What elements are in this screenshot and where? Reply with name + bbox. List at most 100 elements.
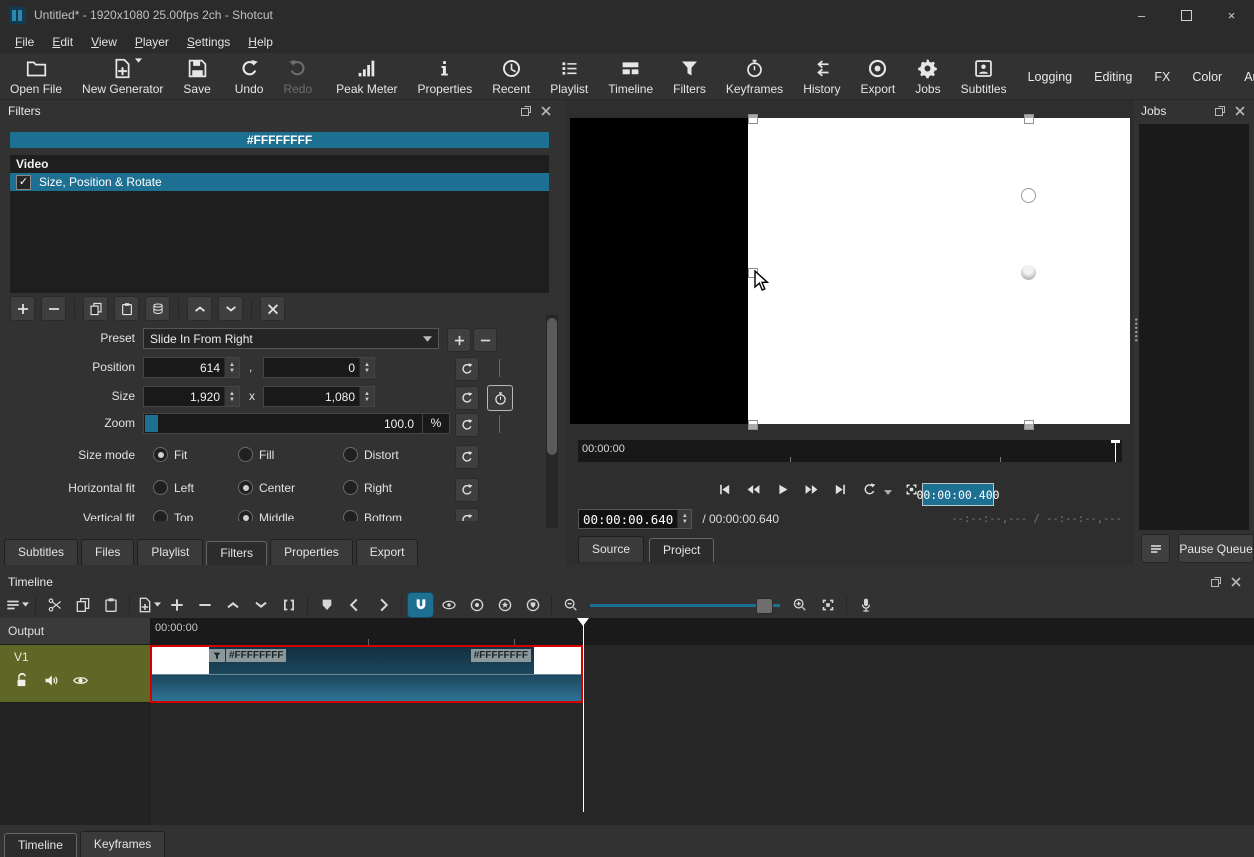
menu-help[interactable]: Help [239,32,282,52]
ripple-button[interactable] [464,593,489,617]
split-button[interactable] [276,593,301,617]
size-height-field[interactable]: 1,080▲▼ [263,386,375,407]
lock-icon[interactable] [14,672,31,689]
pause-queue-button[interactable]: Pause Queue [1178,534,1254,563]
toolbar-button-jobs[interactable]: Jobs [905,53,950,96]
lift-button[interactable] [220,593,245,617]
video-content-rect[interactable] [748,118,1130,424]
zoom-in-button[interactable] [787,593,812,617]
ripple-all-tracks-button[interactable] [492,593,517,617]
toolbar-button-peak-meter[interactable]: Peak Meter [326,53,407,96]
size-mode-reset-button[interactable] [455,445,479,469]
toolbar-button-recent[interactable]: Recent [482,53,540,96]
menu-view[interactable]: View [82,32,126,52]
position-y-field[interactable]: 0▲▼ [263,357,375,378]
layout-button-fx[interactable]: FX [1143,66,1181,88]
preset-dropdown[interactable]: Slide In From Right [143,328,439,349]
float-panel-icon[interactable] [1210,576,1222,588]
jobs-menu-button[interactable] [1141,534,1170,563]
timeline-tab-timeline[interactable]: Timeline [4,833,77,857]
dock-tab-export[interactable]: Export [356,539,419,565]
size-width-field[interactable]: 1,920▲▼ [143,386,240,407]
skip-previous-button[interactable] [712,478,736,500]
vui-handle-bottom-left[interactable] [748,420,758,430]
remove-filter-button[interactable] [41,296,66,321]
next-marker-button[interactable] [370,593,395,617]
move-down-filter-button[interactable] [218,296,243,321]
dock-tab-files[interactable]: Files [81,539,134,565]
horizontal-fit-reset-button[interactable] [455,478,479,502]
timeline-tab-keyframes[interactable]: Keyframes [80,831,165,857]
size-reset-button[interactable] [455,386,479,410]
timeline-ruler[interactable]: 00:00:00 [150,618,1254,645]
filter-row-size-position-rotate[interactable]: ✓ Size, Position & Rotate [10,173,549,191]
position-reset-button[interactable] [455,357,479,381]
zoom-slider[interactable]: 100.0 % [143,413,450,434]
preset-delete-button[interactable] [473,328,497,352]
timeline-zoom-slider[interactable] [590,593,780,617]
add-filter-button[interactable] [10,296,35,321]
minimize-button-icon[interactable]: – [1119,0,1164,30]
toolbar-button-playlist[interactable]: Playlist [540,53,598,96]
prev-marker-button[interactable] [342,593,367,617]
radio-horizontal-fit-center[interactable]: Center [238,480,295,495]
caret-down-icon[interactable] [884,485,892,499]
filters-scrollbar[interactable] [546,315,558,528]
snap-button[interactable] [408,593,433,617]
menu-settings[interactable]: Settings [178,32,239,52]
player-tab-source[interactable]: Source [578,536,644,562]
move-up-filter-button[interactable] [187,296,212,321]
jobs-grip[interactable]: •••••• [1131,318,1141,343]
layout-button-audio[interactable]: Audio [1233,66,1254,88]
radio-vertical-fit-middle[interactable]: Middle [238,510,294,521]
speaker-icon[interactable] [43,672,60,689]
size-keyframes-button[interactable] [487,385,513,411]
maximize-button-icon[interactable] [1164,0,1209,30]
zoom-fit-button[interactable] [815,593,840,617]
marker-button[interactable] [314,593,339,617]
radio-size-mode-fit[interactable]: Fit [153,447,187,462]
toolbar-button-subtitles[interactable]: Subtitles [951,53,1017,96]
fast-forward-button[interactable] [799,478,823,500]
vui-handle-bottom-center[interactable] [1024,420,1034,430]
float-panel-icon[interactable] [520,105,532,117]
toolbar-button-history[interactable]: History [793,53,850,96]
player-playhead[interactable] [1115,440,1116,462]
menu-file[interactable]: File [6,32,43,52]
vui-rotation-handle[interactable] [1021,188,1036,203]
vertical-fit-reset-button[interactable] [455,508,479,521]
toolbar-button-undo[interactable]: Undo [225,53,274,96]
play-button[interactable] [770,478,794,500]
dock-tab-filters[interactable]: Filters [206,541,267,565]
timeline-zoom-slider-handle[interactable] [756,598,773,614]
paste-button[interactable] [98,593,123,617]
close-panel-icon[interactable] [540,105,552,117]
timeline-playhead[interactable] [583,618,584,812]
menu-edit[interactable]: Edit [43,32,82,52]
overwrite-button[interactable] [248,593,273,617]
vui-handle-top-center[interactable] [1024,114,1034,124]
timeline-clip-ffffffff[interactable]: #FFFFFFFF #FFFFFFFF [150,645,583,703]
toolbar-button-new-generator[interactable]: New Generator [72,53,173,96]
deselect-filter-button[interactable] [260,296,285,321]
timeline-menu-button[interactable] [4,593,29,617]
zoom-reset-button[interactable] [455,413,479,437]
close-panel-icon[interactable] [1230,576,1242,588]
toolbar-button-redo[interactable]: Redo [273,53,322,96]
layout-button-editing[interactable]: Editing [1083,66,1143,88]
menu-player[interactable]: Player [126,32,178,52]
save-filter-set-filter-button[interactable] [145,296,170,321]
layout-button-color[interactable]: Color [1181,66,1233,88]
radio-horizontal-fit-right[interactable]: Right [343,480,392,495]
output-track-header[interactable]: Output [0,618,150,645]
preset-save-button[interactable] [447,328,471,352]
dock-tab-subtitles[interactable]: Subtitles [4,539,78,565]
append-button[interactable] [164,593,189,617]
cut-button[interactable] [42,593,67,617]
zoom-slider-handle[interactable] [145,415,158,432]
skip-next-button[interactable] [828,478,852,500]
toolbar-button-filters[interactable]: Filters [663,53,716,96]
radio-size-mode-distort[interactable]: Distort [343,447,399,462]
vui-handle-top-left[interactable] [748,114,758,124]
radio-vertical-fit-bottom[interactable]: Bottom [343,510,402,521]
